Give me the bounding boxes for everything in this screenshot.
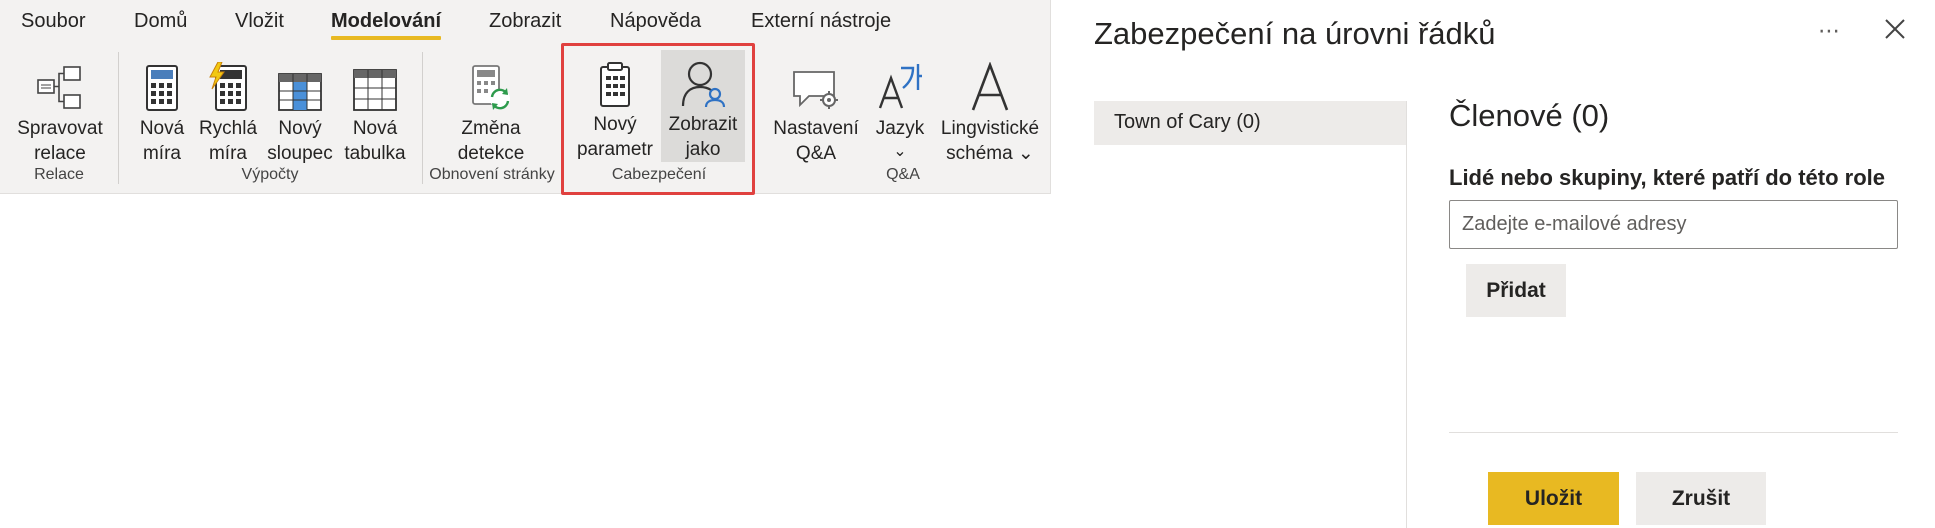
manage-relationships-icon xyxy=(36,54,84,112)
dialog-title: Zabezpečení na úrovni řádků xyxy=(1094,16,1496,51)
new-measure-button[interactable]: Nová míra xyxy=(130,54,194,166)
change-detection-label-2: detekce xyxy=(457,143,525,164)
more-options-icon[interactable]: ⋯ xyxy=(1818,18,1841,44)
quick-measure-button[interactable]: Rychlá míra xyxy=(196,54,260,166)
language-button[interactable]: Jazyk ⌄ xyxy=(870,54,930,163)
change-detection-button[interactable]: Změna detekce xyxy=(440,54,542,166)
members-title: Členové (0) xyxy=(1449,98,1610,133)
tab-zobrazit[interactable]: Zobrazit xyxy=(489,10,561,33)
language-label: Jazyk xyxy=(875,118,925,139)
qa-settings-icon xyxy=(791,54,841,112)
qa-settings-label-1: Nastavení xyxy=(773,118,859,139)
new-measure-label-1: Nová xyxy=(139,118,185,139)
linguistic-schema-button[interactable]: Lingvistické schéma ⌄ xyxy=(938,54,1042,166)
linguistic-schema-label-1: Lingvistické xyxy=(940,118,1040,139)
email-input[interactable] xyxy=(1449,200,1898,249)
new-table-button[interactable]: Nová tabulka xyxy=(340,54,410,166)
manage-relations-button[interactable]: Spravovat relace xyxy=(10,54,110,166)
new-table-icon xyxy=(352,54,398,112)
new-column-label-1: Nový xyxy=(278,118,322,139)
manage-relations-label-2: relace xyxy=(34,143,86,164)
security-group-highlight xyxy=(561,43,755,195)
new-table-label-1: Nová xyxy=(352,118,398,139)
new-column-label-2: sloupec xyxy=(267,143,333,164)
quick-measure-label-2: míra xyxy=(208,143,247,164)
add-button[interactable]: Přidat xyxy=(1466,264,1566,317)
group-separator xyxy=(118,52,119,184)
tab-externi-nastroje[interactable]: Externí nástroje xyxy=(751,10,891,33)
quick-measure-label-1: Rychlá xyxy=(198,118,258,139)
linguistic-schema-icon xyxy=(970,54,1010,112)
cancel-button[interactable]: Zrušit xyxy=(1636,472,1766,525)
save-button[interactable]: Uložit xyxy=(1488,472,1619,525)
tab-modelovani[interactable]: Modelování xyxy=(331,10,442,40)
new-measure-label-2: míra xyxy=(142,143,181,164)
members-description: Lidé nebo skupiny, které patří do této r… xyxy=(1449,165,1885,190)
tab-napoveda[interactable]: Nápověda xyxy=(610,10,701,33)
tab-domu[interactable]: Domů xyxy=(134,10,187,33)
language-icon xyxy=(877,54,923,112)
new-table-label-2: tabulka xyxy=(344,143,406,164)
group-label-calculations: Výpočty xyxy=(241,166,299,183)
close-icon[interactable] xyxy=(1880,14,1910,44)
linguistic-schema-label-2: schéma ⌄ xyxy=(946,143,1034,164)
new-column-button[interactable]: Nový sloupec xyxy=(264,54,336,166)
qa-settings-label-2: Q&A xyxy=(795,143,837,164)
tab-soubor[interactable]: Soubor xyxy=(21,10,86,33)
ribbon: Soubor Domů Vložit Modelování Zobrazit N… xyxy=(0,0,1051,195)
footer-divider xyxy=(1449,432,1898,433)
group-label-relations: Relace xyxy=(34,166,84,183)
qa-settings-button[interactable]: Nastavení Q&A xyxy=(770,54,862,166)
quick-measure-icon xyxy=(208,54,248,112)
group-separator xyxy=(422,52,423,184)
manage-relations-label-1: Spravovat xyxy=(17,118,103,139)
pane-divider xyxy=(1406,101,1407,528)
new-column-icon xyxy=(277,54,323,112)
change-detection-label-1: Změna xyxy=(461,118,521,139)
calculator-icon xyxy=(145,54,179,112)
role-list-item[interactable]: Town of Cary (0) xyxy=(1094,101,1406,145)
language-dropdown-chevron: ⌄ xyxy=(893,143,907,160)
change-detection-icon xyxy=(469,54,513,112)
group-label-page-refresh: Obnovení stránky xyxy=(429,166,555,183)
tab-vlozit[interactable]: Vložit xyxy=(235,10,284,33)
group-label-qa: Q&A xyxy=(886,166,920,183)
